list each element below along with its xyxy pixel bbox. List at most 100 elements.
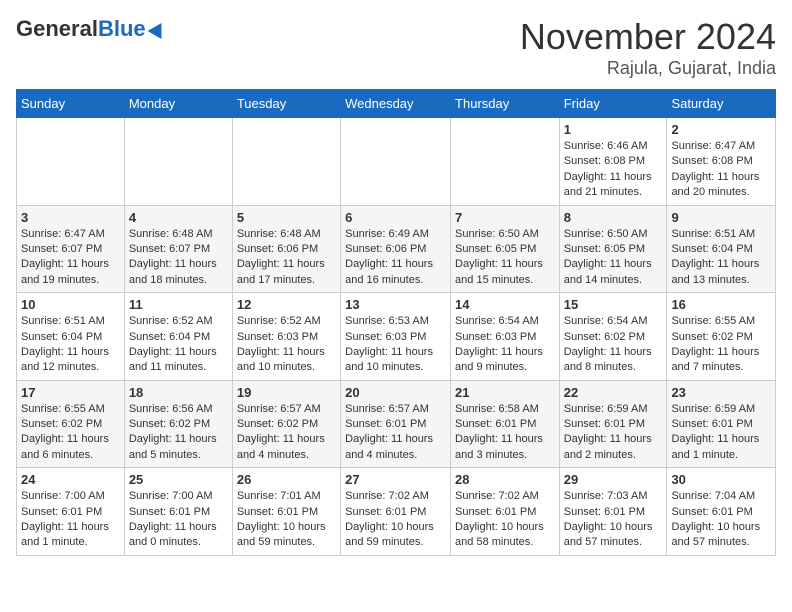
calendar-cell: 5Sunrise: 6:48 AM Sunset: 6:06 PM Daylig… [232,205,340,293]
weekday-header: Friday [559,90,667,118]
day-info: Sunrise: 6:54 AM Sunset: 6:03 PM Dayligh… [455,314,555,376]
logo-blue-text: Blue [98,16,146,42]
day-number: 18 [129,385,228,400]
calendar-cell: 9 Sunrise: 6:51 AM Sunset: 6:04 PM Daylig… [667,205,776,293]
weekday-header: Monday [124,90,232,118]
day-info: Sunrise: 6:59 AM Sunset: 6:01 PM Dayligh… [564,402,663,464]
day-number: 30 [671,472,771,487]
calendar-title: November 2024 [520,16,776,58]
calendar-cell: 29 Sunrise: 7:03 AM Sunset: 6:01 PM Dayli… [559,468,667,556]
calendar-cell [17,118,125,206]
day-number: 5 [237,210,336,225]
day-info: Sunrise: 7:02 AM Sunset: 6:01 PM Dayligh… [345,489,446,551]
page-header: General Blue November 2024 Rajula, Gujar… [16,16,776,79]
day-info: Sunrise: 7:04 AM Sunset: 6:01 PM Dayligh… [671,489,771,551]
calendar-week-row: 1 Sunrise: 6:46 AM Sunset: 6:08 PM Daylig… [17,118,776,206]
day-number: 15 [564,297,663,312]
calendar-week-row: 3 Sunrise: 6:47 AM Sunset: 6:07 PM Daylig… [17,205,776,293]
calendar-cell: 7 Sunrise: 6:50 AM Sunset: 6:05 PM Daylig… [451,205,560,293]
logo: General Blue [16,16,166,42]
day-number: 23 [671,385,771,400]
calendar-cell: 16 Sunrise: 6:55 AM Sunset: 6:02 PM Dayli… [667,293,776,381]
day-number: 12 [237,297,336,312]
day-info: Sunrise: 6:46 AM Sunset: 6:08 PM Dayligh… [564,139,663,201]
day-number: 13 [345,297,446,312]
day-info: Sunrise: 6:47 AM Sunset: 6:08 PM Dayligh… [671,139,771,201]
calendar-cell: 23 Sunrise: 6:59 AM Sunset: 6:01 PM Dayli… [667,380,776,468]
day-info: Sunrise: 6:55 AM Sunset: 6:02 PM Dayligh… [671,314,771,376]
weekday-header: Sunday [17,90,125,118]
calendar-cell: 11 Sunrise: 6:52 AM Sunset: 6:04 PM Dayli… [124,293,232,381]
day-number: 27 [345,472,446,487]
logo-general-text: General [16,16,98,42]
day-number: 24 [21,472,120,487]
calendar-cell: 1 Sunrise: 6:46 AM Sunset: 6:08 PM Daylig… [559,118,667,206]
calendar-subtitle: Rajula, Gujarat, India [520,58,776,79]
title-section: November 2024 Rajula, Gujarat, India [520,16,776,79]
calendar-cell: 27 Sunrise: 7:02 AM Sunset: 6:01 PM Dayli… [341,468,451,556]
day-info: Sunrise: 6:53 AM Sunset: 6:03 PM Dayligh… [345,314,446,376]
calendar-week-row: 10 Sunrise: 6:51 AM Sunset: 6:04 PM Dayli… [17,293,776,381]
day-info: Sunrise: 7:03 AM Sunset: 6:01 PM Dayligh… [564,489,663,551]
day-number: 11 [129,297,228,312]
day-number: 14 [455,297,555,312]
day-info: Sunrise: 7:02 AM Sunset: 6:01 PM Dayligh… [455,489,555,551]
day-number: 21 [455,385,555,400]
calendar-week-row: 24 Sunrise: 7:00 AM Sunset: 6:01 PM Dayli… [17,468,776,556]
calendar-cell [232,118,340,206]
day-info: Sunrise: 6:59 AM Sunset: 6:01 PM Dayligh… [671,402,771,464]
day-info: Sunrise: 6:52 AM Sunset: 6:04 PM Dayligh… [129,314,228,376]
day-number: 25 [129,472,228,487]
day-number: 20 [345,385,446,400]
calendar-cell: 14 Sunrise: 6:54 AM Sunset: 6:03 PM Dayli… [451,293,560,381]
day-number: 22 [564,385,663,400]
day-number: 29 [564,472,663,487]
weekday-header-row: SundayMondayTuesdayWednesdayThursdayFrid… [17,90,776,118]
calendar-cell: 30 Sunrise: 7:04 AM Sunset: 6:01 PM Dayli… [667,468,776,556]
calendar-cell [451,118,560,206]
day-number: 3 [21,210,120,225]
day-number: 19 [237,385,336,400]
calendar-body: 1 Sunrise: 6:46 AM Sunset: 6:08 PM Daylig… [17,118,776,556]
day-info: Sunrise: 7:00 AM Sunset: 6:01 PM Dayligh… [21,489,120,551]
calendar-cell: 21 Sunrise: 6:58 AM Sunset: 6:01 PM Dayli… [451,380,560,468]
calendar-cell: 19 Sunrise: 6:57 AM Sunset: 6:02 PM Dayli… [232,380,340,468]
day-info: Sunrise: 6:58 AM Sunset: 6:01 PM Dayligh… [455,402,555,464]
day-info: Sunrise: 6:57 AM Sunset: 6:02 PM Dayligh… [237,402,336,464]
calendar-cell: 12Sunrise: 6:52 AM Sunset: 6:03 PM Dayli… [232,293,340,381]
day-info: Sunrise: 7:01 AM Sunset: 6:01 PM Dayligh… [237,489,336,551]
calendar-cell [124,118,232,206]
day-info: Sunrise: 6:50 AM Sunset: 6:05 PM Dayligh… [455,227,555,289]
day-number: 10 [21,297,120,312]
calendar-cell: 10 Sunrise: 6:51 AM Sunset: 6:04 PM Dayli… [17,293,125,381]
day-number: 8 [564,210,663,225]
calendar-cell: 17Sunrise: 6:55 AM Sunset: 6:02 PM Dayli… [17,380,125,468]
day-info: Sunrise: 6:54 AM Sunset: 6:02 PM Dayligh… [564,314,663,376]
calendar-cell: 18 Sunrise: 6:56 AM Sunset: 6:02 PM Dayli… [124,380,232,468]
calendar-cell: 3 Sunrise: 6:47 AM Sunset: 6:07 PM Daylig… [17,205,125,293]
day-number: 9 [671,210,771,225]
day-info: Sunrise: 6:51 AM Sunset: 6:04 PM Dayligh… [21,314,120,376]
weekday-header: Saturday [667,90,776,118]
logo-triangle-icon [147,19,168,39]
day-number: 26 [237,472,336,487]
day-info: Sunrise: 6:50 AM Sunset: 6:05 PM Dayligh… [564,227,663,289]
calendar-cell: 28Sunrise: 7:02 AM Sunset: 6:01 PM Dayli… [451,468,560,556]
calendar-cell: 13 Sunrise: 6:53 AM Sunset: 6:03 PM Dayli… [341,293,451,381]
calendar-cell: 22 Sunrise: 6:59 AM Sunset: 6:01 PM Dayli… [559,380,667,468]
calendar-header: SundayMondayTuesdayWednesdayThursdayFrid… [17,90,776,118]
weekday-header: Wednesday [341,90,451,118]
calendar-cell: 4Sunrise: 6:48 AM Sunset: 6:07 PM Daylig… [124,205,232,293]
day-number: 4 [129,210,228,225]
calendar-cell: 24 Sunrise: 7:00 AM Sunset: 6:01 PM Dayli… [17,468,125,556]
day-number: 16 [671,297,771,312]
day-info: Sunrise: 6:55 AM Sunset: 6:02 PM Dayligh… [21,402,120,464]
day-number: 7 [455,210,555,225]
calendar-cell: 8 Sunrise: 6:50 AM Sunset: 6:05 PM Daylig… [559,205,667,293]
calendar-cell: 20Sunrise: 6:57 AM Sunset: 6:01 PM Dayli… [341,380,451,468]
day-info: Sunrise: 6:56 AM Sunset: 6:02 PM Dayligh… [129,402,228,464]
calendar-cell: 2Sunrise: 6:47 AM Sunset: 6:08 PM Daylig… [667,118,776,206]
day-number: 1 [564,122,663,137]
day-info: Sunrise: 6:51 AM Sunset: 6:04 PM Dayligh… [671,227,771,289]
day-info: Sunrise: 6:47 AM Sunset: 6:07 PM Dayligh… [21,227,120,289]
